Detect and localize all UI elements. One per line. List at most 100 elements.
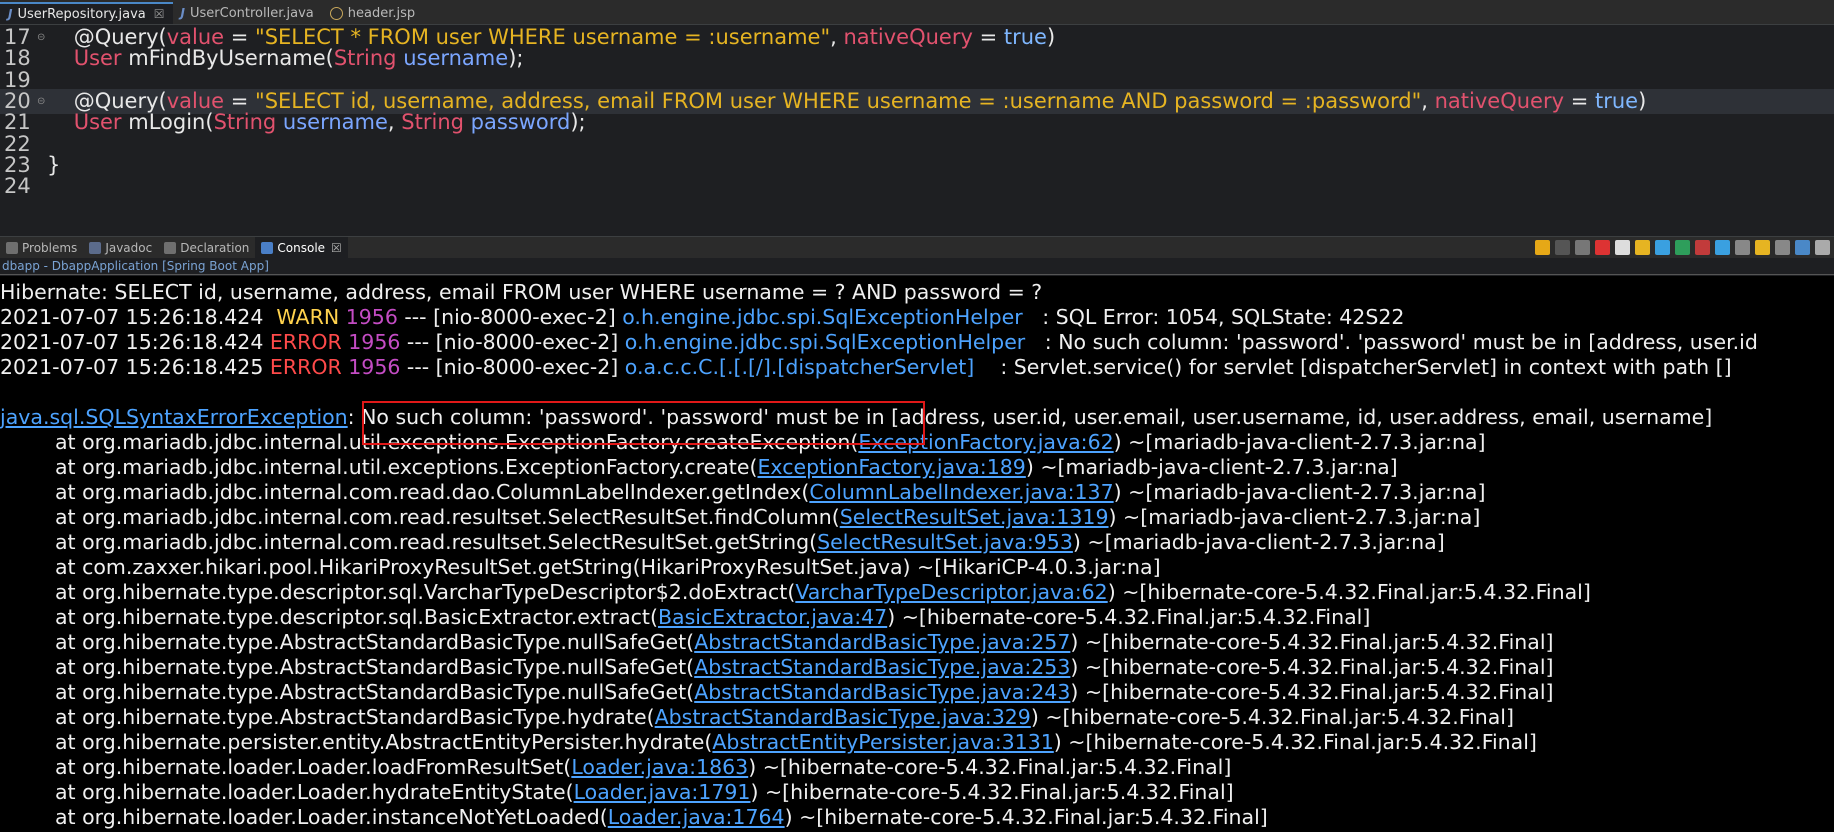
log-thread: --- [nio-8000-exec-2] [400,330,625,354]
javadoc-icon [89,242,102,254]
show-on-stdout-icon[interactable] [1675,239,1690,255]
log-message: : Servlet.service() for servlet [dispatc… [974,355,1732,379]
scroll-lock-icon[interactable] [1635,239,1650,255]
java-file-icon: J [180,6,185,20]
line-number: 24 [4,174,31,199]
stack-frame-method: at org.mariadb.jdbc.internal.com.read.da… [55,480,810,504]
stack-frame-jar: ) ~[hibernate-core-5.4.32.Final.jar:5.4.… [887,605,1371,629]
console-line: at org.hibernate.loader.Loader.loadFromR… [55,755,1231,780]
stack-frame-method: at org.mariadb.jdbc.internal.com.read.re… [55,530,818,554]
log-timestamp: 2021-07-07 15:26:18.425 [0,355,270,379]
console-line: at org.hibernate.type.AbstractStandardBa… [55,705,1514,730]
console-line: at com.zaxxer.hikari.pool.HikariProxyRes… [55,555,1161,580]
pin-console-icon[interactable] [1715,239,1730,255]
stack-frame-method: at org.hibernate.type.AbstractStandardBa… [55,630,695,654]
stack-frame-source-link[interactable]: SelectResultSet.java:1319 [840,505,1109,529]
panel-tab-label: Javadoc [105,241,153,255]
console-icon [261,242,274,254]
log-logger[interactable]: o.h.engine.jdbc.spi.SqlExceptionHelper [622,305,1022,329]
stack-frame-jar: ) ~[mariadb-java-client-2.7.3.jar:na] [1113,480,1486,504]
stack-frame-source-link[interactable]: AbstractStandardBasicType.java:257 [694,630,1070,654]
settings-icon[interactable] [1815,239,1830,255]
declaration-icon [164,242,177,254]
panel-tab-label: Console [277,241,326,255]
jsp-file-icon [329,6,343,20]
sync-icon[interactable] [1535,239,1550,255]
annotation-highlight-box [362,401,925,445]
log-message: : No such column: 'password'. 'password'… [1025,330,1758,354]
stack-frame-method: at org.hibernate.persister.entity.Abstra… [55,730,713,754]
panel-tab-label: Declaration [180,241,250,255]
log-level: WARN [269,305,340,329]
stack-frame-source-link[interactable]: AbstractStandardBasicType.java:329 [655,705,1031,729]
console-output[interactable]: Hibernate: SELECT id, username, address,… [0,276,1834,832]
editor-tab[interactable]: J UserController.java [173,2,322,24]
panel-tab-declaration[interactable]: Declaration [158,237,255,259]
link-icon[interactable] [1795,239,1810,255]
console-launch-title: dbapp - DbappApplication [Spring Boot Ap… [0,258,1834,275]
stack-frame-method: at org.hibernate.loader.Loader.hydrateEn… [55,780,574,804]
stack-frame-source-link[interactable]: Loader.java:1764 [608,805,785,829]
stack-frame-jar: ) ~[mariadb-java-client-2.7.3.jar:na] [1113,430,1486,454]
close-icon[interactable]: ☒ [154,7,165,21]
stack-frame-source-link[interactable]: VarcharTypeDescriptor.java:62 [795,580,1107,604]
stack-frame-jar: ) ~[hibernate-core-5.4.32.Final.jar:5.4.… [1070,630,1554,654]
stack-frame-source-link[interactable]: AbstractStandardBasicType.java:243 [694,680,1070,704]
editor-tab[interactable]: header.jsp [322,2,423,24]
display-console-icon[interactable] [1735,239,1750,255]
panel-tab-javadoc[interactable]: Javadoc [83,237,158,259]
remove-launch-icon[interactable] [1575,239,1590,255]
panel-tab-console[interactable]: Console ☒ [255,237,348,259]
stack-frame-jar: ) ~[hibernate-core-5.4.32.Final.jar:5.4.… [750,780,1234,804]
problems-icon [6,242,18,254]
stack-frame-jar: ) ~[hibernate-core-5.4.32.Final.jar:5.4.… [1053,730,1537,754]
code-editor[interactable]: 17 ⊝ @Query(value = "SELECT * FROM user W… [0,25,1834,233]
console-line: at org.mariadb.jdbc.internal.com.read.da… [55,480,1485,505]
code-line: 24 [0,174,1834,199]
console-line: at org.hibernate.type.AbstractStandardBa… [55,680,1554,705]
stack-frame-source-link[interactable]: AbstractStandardBasicType.java:253 [694,655,1070,679]
close-icon[interactable]: ☒ [331,241,342,255]
console-line: 2021-07-07 15:26:18.424 WARN 1956 --- [n… [0,305,1404,330]
word-wrap-icon[interactable] [1655,239,1670,255]
stack-frame-source-link[interactable]: ExceptionFactory.java:189 [757,455,1025,479]
log-level: ERROR [269,330,342,354]
console-toolbar [1535,236,1834,258]
log-logger[interactable]: o.a.c.c.C.[.[.[/].[dispatcherServlet] [625,355,974,379]
stack-frame-source-link[interactable]: ColumnLabelIndexer.java:137 [809,480,1113,504]
log-logger[interactable]: o.h.engine.jdbc.spi.SqlExceptionHelper [625,330,1025,354]
log-message: : SQL Error: 1054, SQLState: 42S22 [1022,305,1405,329]
stack-frame-method: at org.hibernate.loader.Loader.instanceN… [55,805,608,829]
new-console-icon[interactable] [1755,239,1770,255]
clear-console-icon[interactable] [1615,239,1630,255]
stack-frame-source-link[interactable]: BasicExtractor.java:47 [658,605,887,629]
editor-tab-label: header.jsp [347,5,416,21]
log-timestamp: 2021-07-07 15:26:18.424 [0,330,270,354]
editor-tab[interactable]: J UserRepository.java ☒ [0,2,173,24]
stack-frame-source-link[interactable]: SelectResultSet.java:953 [817,530,1073,554]
editor-tab-label: UserRepository.java [17,6,146,22]
stack-frame-jar: ) ~[hibernate-core-5.4.32.Final.jar:5.4.… [748,755,1232,779]
console-line: at org.hibernate.loader.Loader.hydrateEn… [55,780,1234,805]
log-pid: 1956 [339,305,398,329]
stack-frame-source-link[interactable]: Loader.java:1791 [574,780,751,804]
stack-frame-jar: ) ~[hibernate-core-5.4.32.Final.jar:5.4.… [784,805,1268,829]
stack-frame-method: at org.hibernate.type.descriptor.sql.Bas… [55,605,658,629]
java-file-icon: J [8,7,13,21]
console-line: at org.mariadb.jdbc.internal.util.except… [55,455,1398,480]
stack-frame-jar: ) ~[hibernate-core-5.4.32.Final.jar:5.4.… [1070,680,1554,704]
terminate-icon[interactable] [1555,239,1570,255]
console-line: at org.hibernate.type.descriptor.sql.Bas… [55,605,1370,630]
panel-tab-problems[interactable]: Problems [0,237,83,259]
copy-icon[interactable] [1775,239,1790,255]
exception-class-link[interactable]: java.sql.SQLSyntaxErrorException [0,405,348,429]
console-line: at org.hibernate.type.AbstractStandardBa… [55,630,1554,655]
stack-frame-method: at org.hibernate.type.AbstractStandardBa… [55,655,695,679]
show-on-stderr-icon[interactable] [1695,239,1710,255]
log-level: ERROR [269,355,342,379]
console-line: at org.hibernate.loader.Loader.instanceN… [55,805,1268,830]
panel-tab-label: Problems [22,241,78,255]
stack-frame-source-link[interactable]: Loader.java:1863 [571,755,748,779]
stack-frame-source-link[interactable]: AbstractEntityPersister.java:3131 [712,730,1053,754]
stop-icon[interactable] [1595,239,1610,255]
